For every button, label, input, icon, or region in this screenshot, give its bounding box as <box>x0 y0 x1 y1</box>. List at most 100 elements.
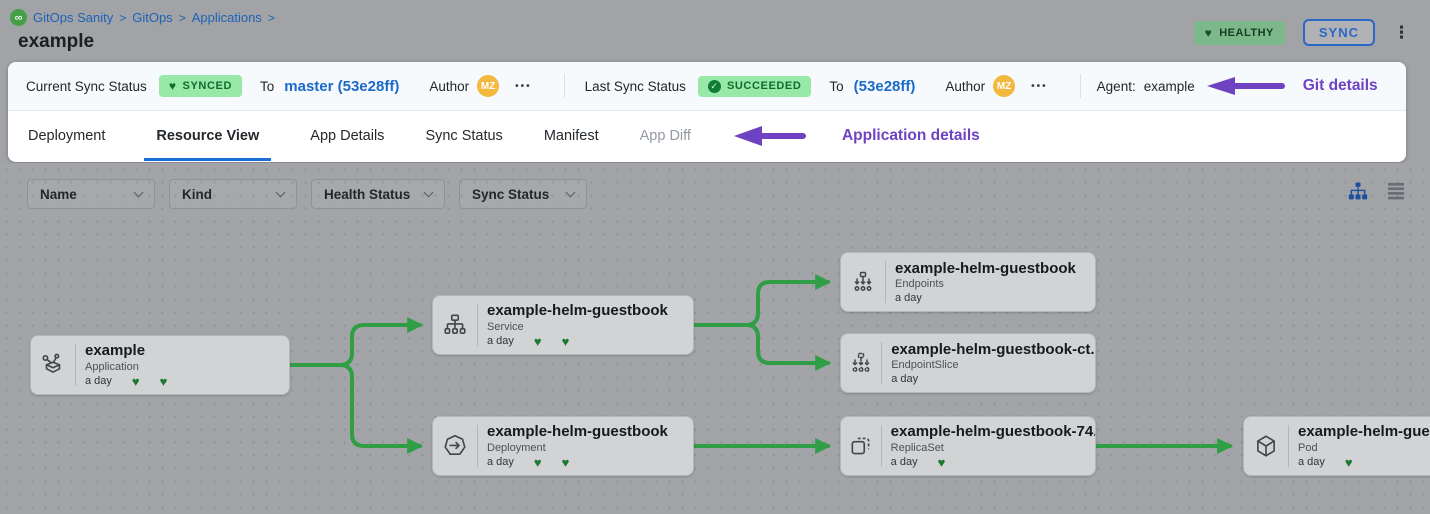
breadcrumb-item-gitops-sanity[interactable]: GitOps Sanity <box>33 10 113 25</box>
filter-sync-status-label: Sync Status <box>472 187 549 202</box>
node-kind: Pod <box>1298 442 1430 454</box>
filter-kind-dropdown[interactable]: Kind <box>169 179 297 209</box>
node-age: a day <box>1298 456 1325 468</box>
node-title: example-helm-guestbook <box>895 260 1076 277</box>
purple-arrow-left-icon <box>734 126 806 146</box>
git-details-label: Git details <box>1303 77 1378 95</box>
node-age: a day <box>891 373 918 385</box>
filter-name-dropdown[interactable]: Name <box>27 179 155 209</box>
page-title: example <box>18 31 94 53</box>
author-label: Author <box>429 79 469 94</box>
tab-app-diff[interactable]: App Diff <box>638 111 693 161</box>
gitops-logo-icon: ∞ <box>10 9 27 26</box>
node-endpoints[interactable]: example-helm-guestbook Endpoints a day <box>840 252 1096 312</box>
sync-status-bar: Current Sync Status ♥ SYNCED To master (… <box>8 62 1406 111</box>
breadcrumb-separator: > <box>119 11 126 25</box>
node-title: example <box>85 342 167 359</box>
node-age: a day <box>85 375 112 387</box>
filter-name-label: Name <box>40 187 77 202</box>
breadcrumb-separator: > <box>268 11 275 25</box>
heart-icon: ♥ <box>169 79 177 93</box>
node-title: example-helm-guestbook <box>487 302 668 319</box>
breadcrumb-item-applications[interactable]: Applications <box>192 10 262 25</box>
health-status-badge: ♥ HEALTHY <box>1194 21 1285 45</box>
author-avatar[interactable]: MZ <box>993 75 1015 97</box>
endpointslice-icon <box>841 351 881 375</box>
filter-health-status-label: Health Status <box>324 187 410 202</box>
breadcrumb-separator: > <box>179 11 186 25</box>
node-age: a day <box>487 335 514 347</box>
filter-bar: Name Kind Health Status Sync Status <box>27 179 587 209</box>
tab-manifest[interactable]: Manifest <box>542 111 601 161</box>
health-heart-icon: ♥ <box>562 335 570 348</box>
node-pod[interactable]: example-helm-guest Pod a day ♥ <box>1243 416 1430 476</box>
resource-tree-canvas: Name Kind Health Status Sync Status <box>0 163 1430 514</box>
git-details-annotation: Git details <box>1207 77 1378 95</box>
agent-value: example <box>1144 79 1195 94</box>
current-revision-link[interactable]: master (53e28ff) <box>284 78 399 95</box>
chevron-down-icon <box>566 187 576 197</box>
pod-icon <box>1244 433 1288 459</box>
node-age: a day <box>487 456 514 468</box>
to-label: To <box>829 79 843 94</box>
synced-badge-label: SYNCED <box>183 80 232 92</box>
node-title: example-helm-guestbook-ct... <box>891 341 1085 358</box>
purple-arrow-left-icon <box>1207 77 1287 95</box>
to-label: To <box>260 79 274 94</box>
application-icon <box>31 352 75 378</box>
last-sync-status-label: Last Sync Status <box>585 79 686 94</box>
health-badge-label: HEALTHY <box>1219 27 1274 39</box>
node-title: example-helm-guestbook <box>487 423 668 440</box>
author-label: Author <box>945 79 985 94</box>
header-actions: ♥ HEALTHY SYNC ⋮ <box>1194 19 1410 46</box>
tab-sync-status[interactable]: Sync Status <box>423 111 504 161</box>
filter-sync-status-dropdown[interactable]: Sync Status <box>459 179 587 209</box>
divider <box>564 74 565 98</box>
kebab-menu-icon[interactable]: ⋮ <box>1393 24 1410 41</box>
succeeded-badge-label: SUCCEEDED <box>727 80 801 92</box>
node-age: a day <box>895 292 922 304</box>
filter-health-status-dropdown[interactable]: Health Status <box>311 179 445 209</box>
tab-resource-view[interactable]: Resource View <box>144 111 271 161</box>
succeeded-badge: ✓ SUCCEEDED <box>698 76 811 97</box>
health-heart-icon: ♥ <box>562 456 570 469</box>
replicaset-icon <box>841 433 881 459</box>
node-title: example-helm-guest <box>1298 423 1430 440</box>
endpoints-icon <box>841 270 885 294</box>
more-actions-icon[interactable]: ••• <box>515 81 532 92</box>
node-kind: Application <box>85 361 167 373</box>
node-deployment[interactable]: example-helm-guestbook Deployment a day … <box>432 416 694 476</box>
node-title: example-helm-guestbook-74... <box>891 423 1085 440</box>
view-toggle <box>1348 181 1406 201</box>
node-kind: EndpointSlice <box>891 359 1085 371</box>
current-sync-status-label: Current Sync Status <box>26 79 147 94</box>
sync-button[interactable]: SYNC <box>1303 19 1375 46</box>
health-heart-icon: ♥ <box>534 456 542 469</box>
node-endpointslice[interactable]: example-helm-guestbook-ct... EndpointSli… <box>840 333 1096 393</box>
gitops-app-page: { "icons": { "heart": "♥", "kebab_vertic… <box>0 0 1430 514</box>
node-service[interactable]: example-helm-guestbook Service a day ♥ ♥ <box>432 295 694 355</box>
health-heart-icon: ♥ <box>132 375 140 388</box>
synced-badge: ♥ SYNCED <box>159 75 242 97</box>
node-kind: Service <box>487 321 668 333</box>
filter-kind-label: Kind <box>182 187 212 202</box>
author-avatar[interactable]: MZ <box>477 75 499 97</box>
health-heart-icon: ♥ <box>534 335 542 348</box>
breadcrumb-item-gitops[interactable]: GitOps <box>132 10 172 25</box>
node-replicaset[interactable]: example-helm-guestbook-74... ReplicaSet … <box>840 416 1096 476</box>
more-actions-icon[interactable]: ••• <box>1031 81 1048 92</box>
chevron-down-icon <box>276 187 286 197</box>
chevron-down-icon <box>424 187 434 197</box>
tree-view-icon[interactable] <box>1348 181 1368 201</box>
last-revision-link[interactable]: (53e28ff) <box>854 78 916 95</box>
node-application-example[interactable]: example Application a day ♥ ♥ <box>30 335 290 395</box>
health-heart-icon: ♥ <box>1345 456 1353 469</box>
health-heart-icon: ♥ <box>938 456 946 469</box>
agent-label: Agent: <box>1097 79 1136 94</box>
list-view-icon[interactable] <box>1386 182 1406 200</box>
node-kind: Deployment <box>487 442 668 454</box>
tab-app-details[interactable]: App Details <box>308 111 386 161</box>
node-kind: Endpoints <box>895 278 1076 290</box>
health-heart-icon: ♥ <box>160 375 168 388</box>
tab-deployment[interactable]: Deployment <box>26 111 107 161</box>
